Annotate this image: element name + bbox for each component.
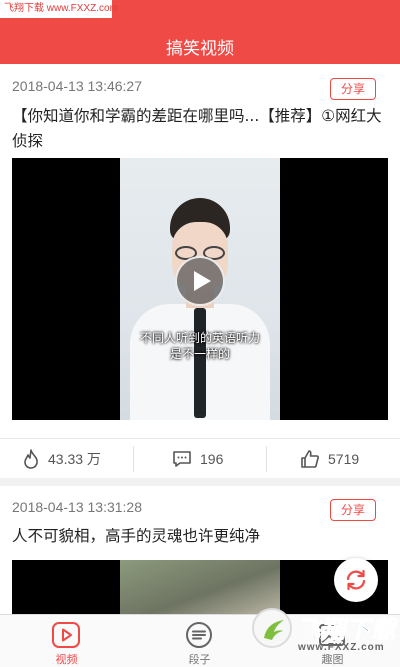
fxxz-brand-url: www.FXXZ.com	[298, 642, 385, 653]
tab-video[interactable]: 视频	[0, 615, 133, 667]
comment-count: 196	[200, 451, 224, 467]
thumbs-up-count: 5719	[328, 451, 360, 467]
post-stats: 43.33 万 196 5719	[0, 438, 400, 480]
share-button[interactable]: 分享	[330, 499, 376, 521]
flame-like-icon	[24, 449, 38, 469]
tab-jokes[interactable]: 段子	[133, 615, 266, 667]
post-title[interactable]: 【你知道你和学霸的差距在哪里吗...【推荐】①网红大侦探	[12, 104, 388, 154]
play-icon	[194, 271, 211, 291]
thumbs-up-stat[interactable]: 5719	[300, 438, 359, 480]
fxxz-brand-name: 飞翔下载	[296, 616, 396, 645]
fxxz-logo	[252, 608, 292, 648]
watermark-text: 飞翔下载 www.FXXZ.com	[0, 0, 118, 18]
comment-stat[interactable]: 196	[172, 438, 223, 480]
video-player[interactable]: 不同人听到的英语听力 是不一样的	[12, 158, 388, 420]
page-title: 搞笑视频	[166, 39, 234, 59]
post-card[interactable]: 2018-04-13 13:46:27 分享 【你知道你和学霸的差距在哪里吗..…	[0, 64, 400, 478]
message-icon	[186, 622, 212, 648]
video-feed[interactable]: 2018-04-13 13:46:27 分享 【你知道你和学霸的差距在哪里吗..…	[0, 64, 400, 614]
play-icon	[52, 622, 80, 648]
post-time: 2018-04-13 13:31:28	[12, 499, 142, 515]
post-title[interactable]: 人不可貌相，高手的灵魂也许更纯净	[12, 524, 388, 549]
like-count: 43.33 万	[48, 451, 101, 467]
post-time: 2018-04-13 13:46:27	[12, 78, 142, 94]
video-caption: 不同人听到的英语听力 是不一样的	[139, 331, 260, 361]
thumbs-up-icon	[301, 450, 319, 468]
share-button[interactable]: 分享	[330, 78, 376, 100]
comment-icon	[173, 451, 191, 467]
play-button[interactable]	[175, 256, 225, 306]
tab-label: 视频	[55, 653, 78, 666]
fxxz-watermark: 飞翔下载 www.FXXZ.com	[248, 604, 396, 662]
wing-icon	[264, 620, 284, 640]
refresh-icon	[346, 569, 366, 591]
refresh-button[interactable]	[334, 558, 378, 602]
like-stat[interactable]: 43.33 万	[22, 438, 101, 480]
tab-label: 段子	[188, 653, 211, 666]
